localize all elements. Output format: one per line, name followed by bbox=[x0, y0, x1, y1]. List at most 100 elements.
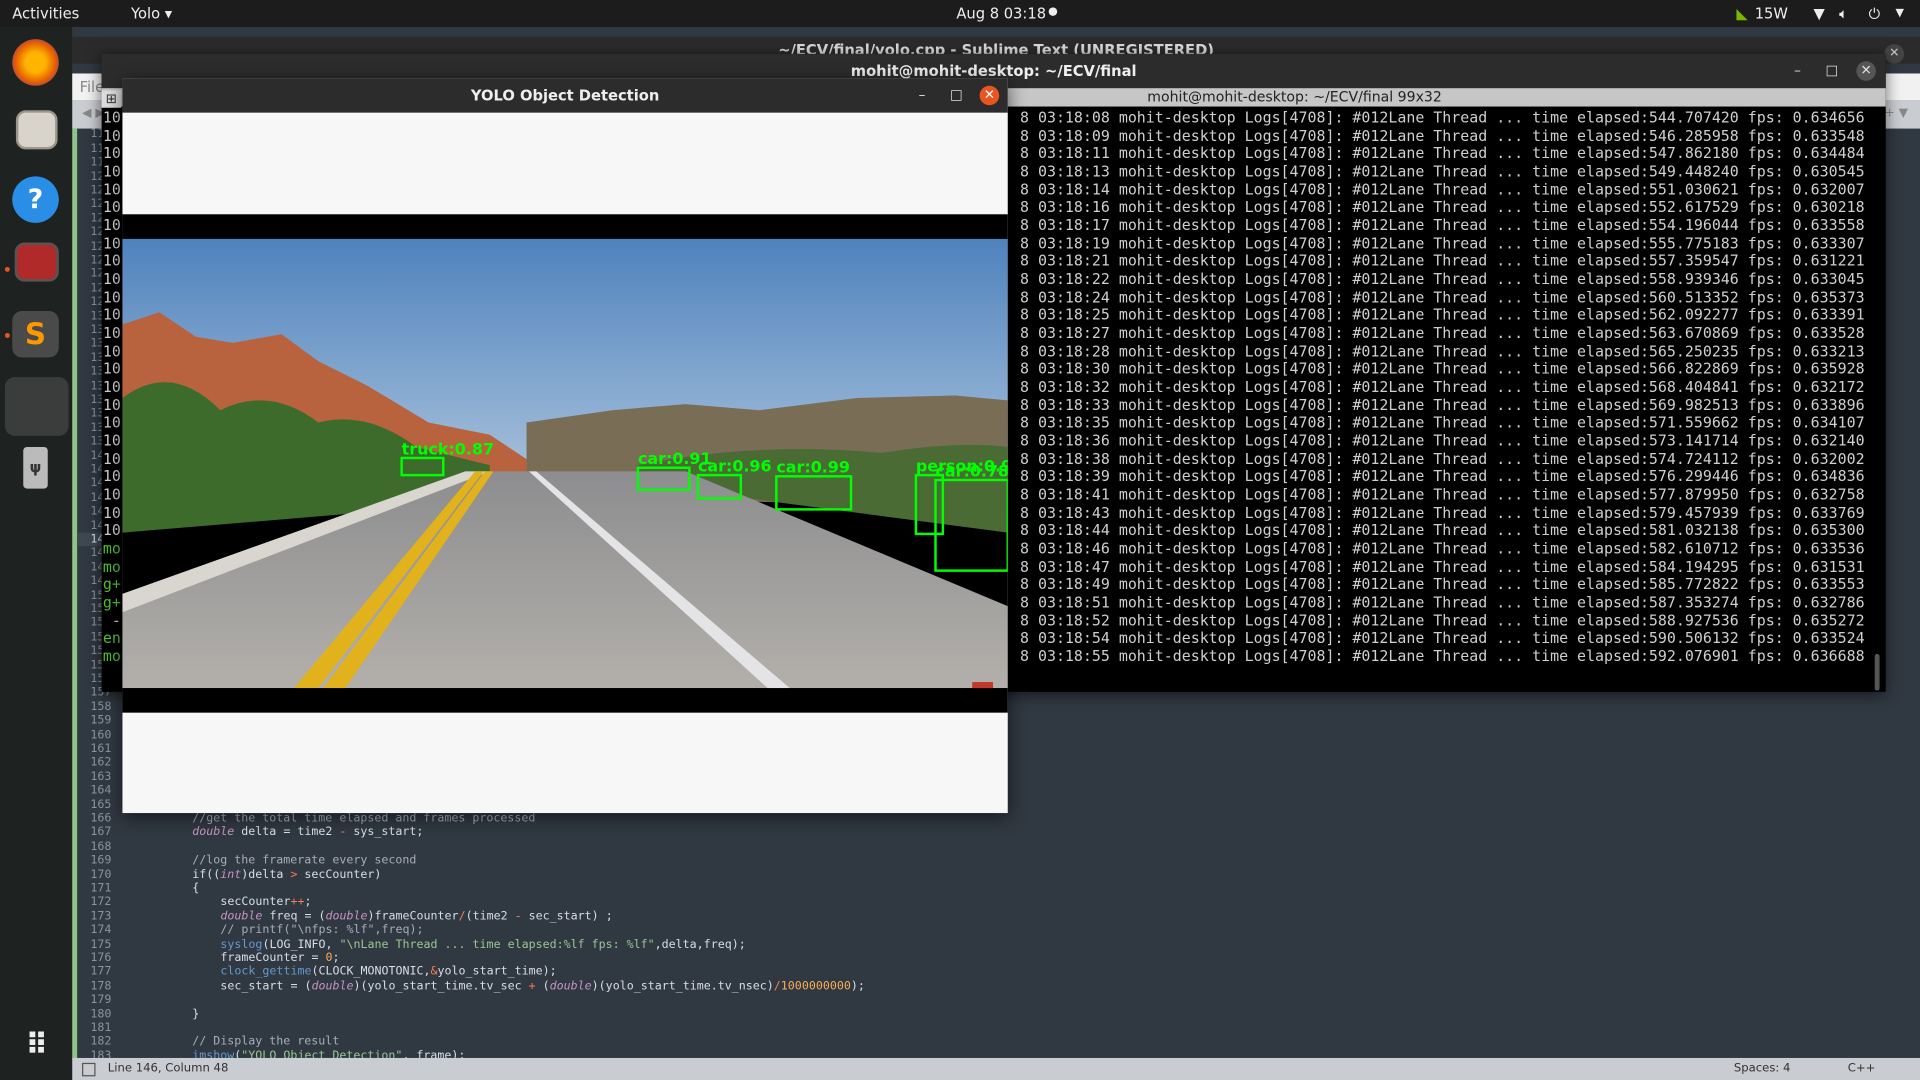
terminal-left-line: mo bbox=[102, 558, 121, 576]
terminal-scrollbar[interactable] bbox=[1874, 653, 1880, 691]
code-token: } bbox=[192, 1007, 200, 1021]
active-window-icon[interactable] bbox=[4, 377, 69, 436]
terminal-left-line: 10 bbox=[102, 450, 121, 468]
app-icon[interactable] bbox=[14, 242, 59, 282]
code-line: frameCounter = 0; bbox=[220, 951, 339, 965]
terminal-left-line: 10 bbox=[102, 414, 121, 432]
sublime-close-button[interactable]: ✕ bbox=[1884, 44, 1905, 64]
terminal-minimize-button[interactable]: – bbox=[1788, 61, 1808, 81]
code-token: // printf("\nfps: %lf",freq); bbox=[220, 923, 424, 937]
indentation-setting[interactable]: Spaces: 4 bbox=[1734, 1058, 1791, 1080]
yolo-minimize-button[interactable]: – bbox=[912, 86, 932, 106]
terminal-left-line: 10 bbox=[102, 162, 121, 181]
terminal-left-line: mo bbox=[102, 647, 121, 666]
detection-label: car:0.96 bbox=[698, 456, 772, 475]
terminal-left-line: 10 bbox=[102, 522, 121, 540]
terminal-log-line: 8 03:18:22 mohit-desktop Logs[4708]: #01… bbox=[1020, 270, 1865, 288]
wifi-icon[interactable]: ▼ bbox=[1813, 5, 1824, 22]
terminal-layout-icon[interactable]: ⊞ bbox=[101, 90, 122, 108]
code-token: yolo_start_time); bbox=[437, 965, 557, 979]
help-icon[interactable]: ? bbox=[12, 176, 59, 223]
detection-label: car:0.78 bbox=[936, 461, 1008, 480]
nvidia-icon[interactable]: ◣ bbox=[1736, 5, 1747, 22]
terminal-maximize-button[interactable]: □ bbox=[1822, 61, 1842, 81]
code-token: // Display the result bbox=[192, 1035, 340, 1049]
code-token: )(yolo_start_time.tv_sec bbox=[353, 979, 529, 993]
code-line: } bbox=[192, 1007, 199, 1021]
terminal-log-line: 8 03:18:16 mohit-desktop Logs[4708]: #01… bbox=[1020, 198, 1865, 216]
usb-drive-icon[interactable]: ψ bbox=[23, 446, 48, 489]
terminal-left-line: 10 bbox=[102, 396, 121, 414]
top-bar: Activities Yolo ▾ Aug 8 03:18 ● ◣ 15W ▼ … bbox=[0, 0, 1920, 27]
power-icon[interactable]: ⏻ bbox=[1869, 5, 1881, 23]
terminal-log-line: 8 03:18:39 mohit-desktop Logs[4708]: #01… bbox=[1020, 468, 1865, 486]
terminal-log-line: 8 03:18:11 mohit-desktop Logs[4708]: #01… bbox=[1020, 144, 1865, 163]
line-number: 160 bbox=[90, 728, 112, 742]
line-number: 168 bbox=[90, 839, 112, 854]
terminal-left-line: mo bbox=[102, 540, 121, 558]
yolo-maximize-button[interactable]: □ bbox=[947, 86, 967, 106]
terminal-left-line: 10 bbox=[102, 144, 121, 163]
terminal-left-line: 10 bbox=[102, 270, 121, 288]
terminal-log-line: 8 03:18:38 mohit-desktop Logs[4708]: #01… bbox=[1020, 450, 1865, 468]
terminal-left-line: 10 bbox=[102, 468, 121, 486]
terminal-log-line: 8 03:18:27 mohit-desktop Logs[4708]: #01… bbox=[1020, 324, 1865, 342]
code-token: )(yolo_start_time.tv_nsec) bbox=[591, 979, 774, 993]
code-line: //log the framerate every second bbox=[192, 854, 416, 868]
code-token: (time2 bbox=[465, 909, 515, 924]
menu-file[interactable]: File bbox=[80, 78, 105, 95]
code-token: / bbox=[773, 979, 781, 993]
clock[interactable]: Aug 8 03:18 bbox=[956, 5, 1046, 22]
app-menu[interactable]: Yolo ▾ bbox=[131, 5, 172, 22]
files-icon[interactable] bbox=[15, 110, 58, 150]
terminal-log-line: 8 03:18:32 mohit-desktop Logs[4708]: #01… bbox=[1020, 378, 1865, 396]
tab-overflow-icon[interactable]: + ▼ bbox=[1884, 107, 1908, 120]
terminal-left-line: 10 bbox=[102, 126, 121, 145]
detection-label: car:0.99 bbox=[776, 458, 850, 477]
code-line: sec_start = (double)(yolo_start_time.tv_… bbox=[220, 979, 864, 993]
line-number: 158 bbox=[90, 700, 112, 714]
code-token: clock_gettime bbox=[220, 965, 312, 979]
terminal-left-line: 10 bbox=[102, 288, 121, 306]
terminal-left-line: 10 bbox=[102, 486, 121, 504]
status-bar: Line 146, Column 48 Spaces: 4 C++ bbox=[72, 1057, 1920, 1080]
sublime-text-icon[interactable]: S bbox=[12, 311, 59, 358]
notification-dot-icon: ● bbox=[1048, 6, 1058, 19]
activities-button[interactable]: Activities bbox=[12, 5, 79, 22]
terminal-left-line: 10 bbox=[102, 108, 121, 127]
line-number: 159 bbox=[90, 714, 112, 728]
system-menu-chevron-icon[interactable]: ▼ bbox=[1896, 7, 1904, 19]
code-token: secCounter) bbox=[297, 867, 382, 882]
terminal-left-line: 10 bbox=[102, 216, 121, 234]
syntax-setting[interactable]: C++ bbox=[1848, 1058, 1876, 1080]
sidebar-toggle-icon[interactable] bbox=[82, 1062, 96, 1077]
line-number: 161 bbox=[90, 742, 112, 756]
code-token: delta bbox=[234, 825, 284, 840]
code-token: double bbox=[549, 979, 592, 993]
code-token: sec_start) ; bbox=[521, 909, 613, 924]
line-number: 174 bbox=[90, 923, 112, 937]
code-token: if(( bbox=[192, 867, 221, 882]
line-number: 177 bbox=[90, 965, 112, 979]
yolo-close-button[interactable]: ✕ bbox=[979, 85, 1000, 106]
terminal-log-line: 8 03:18:24 mohit-desktop Logs[4708]: #01… bbox=[1020, 288, 1865, 306]
firefox-icon[interactable] bbox=[12, 39, 59, 86]
terminal-log-line: 8 03:18:33 mohit-desktop Logs[4708]: #01… bbox=[1020, 396, 1865, 414]
line-number: 170 bbox=[90, 867, 112, 882]
terminal-left-line: g+ bbox=[102, 576, 121, 594]
code-line: if((int)delta > secCounter) bbox=[192, 868, 381, 882]
detection-frame: truck:0.87car:0.91car:0.96 car:0.99 person… bbox=[122, 238, 1008, 689]
code-token: )delta bbox=[241, 867, 291, 882]
code-line: secCounter++; bbox=[220, 896, 311, 910]
terminal-log-line: 8 03:18:08 mohit-desktop Logs[4708]: #01… bbox=[1020, 108, 1865, 127]
code-token: ; bbox=[304, 895, 312, 910]
code-token: secCounter bbox=[220, 895, 291, 910]
volume-icon[interactable]: 🔈︎ bbox=[1839, 5, 1848, 23]
terminal-left-line: g+ bbox=[102, 593, 121, 612]
power-draw[interactable]: 15W bbox=[1755, 5, 1788, 22]
code-token: (LOG_INFO, bbox=[262, 937, 340, 951]
code-token: 0 bbox=[325, 951, 333, 965]
show-apps-grid-icon[interactable]: ⠿ bbox=[12, 1021, 59, 1068]
terminal-log-line: 8 03:18:25 mohit-desktop Logs[4708]: #01… bbox=[1020, 306, 1865, 324]
terminal-close-button[interactable]: ✕ bbox=[1856, 61, 1876, 81]
